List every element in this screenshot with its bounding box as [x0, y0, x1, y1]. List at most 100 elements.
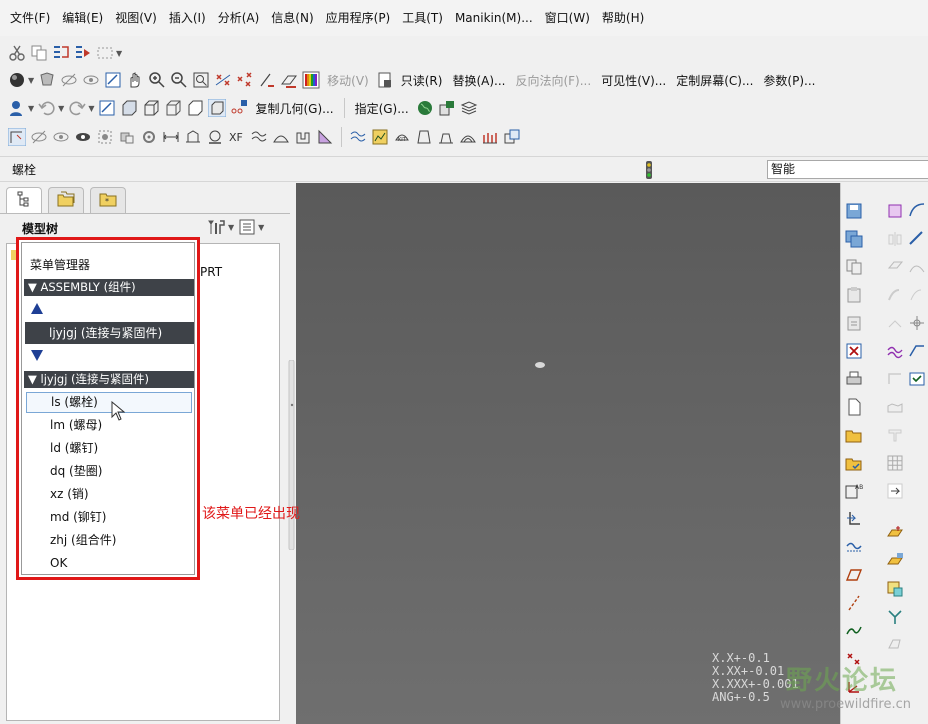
menu-file[interactable]: 文件(F) — [4, 0, 56, 36]
cast-icon[interactable] — [437, 128, 455, 146]
datum-ab-icon[interactable]: AB — [844, 481, 864, 501]
model-tree-icon[interactable] — [438, 99, 456, 117]
shell-icon[interactable] — [459, 128, 477, 146]
section-icon[interactable] — [184, 128, 202, 146]
close-window-icon[interactable] — [844, 341, 864, 361]
curve-icon[interactable] — [349, 128, 367, 146]
grid-icon[interactable] — [885, 453, 905, 473]
eye-icon[interactable] — [52, 128, 70, 146]
create-component-icon[interactable] — [885, 551, 905, 571]
datum-points-icon[interactable] — [236, 71, 254, 89]
surface-icon[interactable] — [272, 128, 290, 146]
menu-analysis[interactable]: 分析(A) — [212, 0, 266, 36]
menu-window[interactable]: 窗口(W) — [539, 0, 596, 36]
shaded-view-icon[interactable] — [120, 99, 138, 117]
tree-settings-icon[interactable] — [208, 218, 226, 236]
paste-doc-icon[interactable] — [844, 285, 864, 305]
solidify-icon[interactable] — [907, 341, 927, 361]
params-button[interactable]: 参数(P)... — [760, 72, 818, 89]
hide-feature-icon[interactable] — [30, 128, 48, 146]
shading-sphere-icon[interactable] — [8, 71, 26, 89]
menu-info[interactable]: 信息(N) — [265, 0, 319, 36]
redo-icon[interactable] — [68, 99, 86, 117]
tree-root-node[interactable]: PRT — [200, 265, 222, 279]
mirror-icon[interactable] — [885, 229, 905, 249]
scroll-down-icon[interactable] — [30, 349, 44, 365]
axis-icon[interactable] — [844, 593, 864, 613]
layers-icon[interactable] — [460, 99, 478, 117]
copy-geometry-icon[interactable] — [230, 99, 248, 117]
chevron-down-icon[interactable]: ▼ — [28, 104, 34, 113]
selection-filter-select[interactable]: 智能 — [767, 160, 928, 179]
scroll-up-icon[interactable] — [30, 302, 44, 318]
undo-icon[interactable] — [38, 99, 56, 117]
visibility-button[interactable]: 可见性(V)... — [598, 72, 669, 89]
annotate-check-icon[interactable] — [907, 369, 927, 389]
menu-item-ld-screw[interactable]: ld (螺钉) — [26, 438, 192, 459]
globe-icon[interactable] — [416, 99, 434, 117]
cut-icon[interactable] — [8, 44, 26, 62]
xf-icon[interactable]: XF — [228, 128, 246, 146]
hide-icon[interactable] — [60, 71, 78, 89]
menu-item-lm-nut[interactable]: lm (螺母) — [26, 415, 192, 436]
menu-item-md-rivet[interactable]: md (铆钉) — [26, 507, 192, 528]
sketch-active-icon[interactable] — [8, 128, 26, 146]
offset-icon[interactable] — [907, 285, 927, 305]
user-icon[interactable] — [8, 99, 26, 117]
round-icon[interactable] — [907, 201, 927, 221]
copy-geometry-button[interactable]: 复制几何(G)... — [252, 100, 336, 117]
axis-pattern-icon[interactable] — [907, 313, 927, 333]
graphics-viewport[interactable] — [296, 183, 840, 724]
dimension-icon[interactable] — [162, 128, 180, 146]
replace-button[interactable]: 替换(A)... — [449, 72, 508, 89]
open-folder-check-icon[interactable] — [844, 453, 864, 473]
zoom-in-icon[interactable] — [148, 71, 166, 89]
menu-applications[interactable]: 应用程序(P) — [320, 0, 397, 36]
insert-component-icon[interactable] — [844, 509, 864, 529]
show-icon[interactable] — [82, 71, 100, 89]
chevron-down-icon[interactable]: ▼ — [258, 223, 264, 232]
chevron-down-icon[interactable]: ▼ — [28, 76, 34, 85]
menu-insert[interactable]: 插入(I) — [163, 0, 212, 36]
wireframe-icon[interactable] — [142, 99, 160, 117]
tab-folder-browser[interactable] — [48, 187, 84, 213]
assembly-icon[interactable] — [503, 128, 521, 146]
menu-edit[interactable]: 编辑(E) — [56, 0, 109, 36]
menu-item-dq-washer[interactable]: dq (垫圈) — [26, 461, 192, 482]
menu-tools[interactable]: 工具(T) — [396, 0, 449, 36]
refit-icon[interactable] — [192, 71, 210, 89]
custom-screen-button[interactable]: 定制屏幕(C)... — [673, 72, 756, 89]
add-component-icon[interactable] — [885, 523, 905, 543]
new-file-icon[interactable] — [844, 397, 864, 417]
zoom-out-icon[interactable] — [170, 71, 188, 89]
model-geometry[interactable] — [535, 362, 545, 368]
extend-icon[interactable] — [885, 313, 905, 333]
component-icon[interactable] — [118, 128, 136, 146]
wave-icon[interactable] — [250, 128, 268, 146]
save-copy-icon[interactable] — [844, 229, 864, 249]
chart-graph-icon[interactable] — [371, 128, 389, 146]
read-only-icon[interactable] — [376, 71, 394, 89]
menu-section-assembly[interactable]: ▼ ASSEMBLY (组件) — [24, 279, 194, 296]
weld-icon[interactable] — [885, 607, 905, 627]
shading-active-icon[interactable] — [208, 99, 227, 117]
sketch-curve-icon[interactable] — [844, 537, 864, 557]
copy-doc-icon[interactable] — [844, 257, 864, 277]
explode-icon[interactable] — [885, 635, 905, 655]
kit-icon[interactable]: KIT — [393, 128, 411, 146]
copy-icon[interactable] — [30, 44, 48, 62]
paste-tree-icon[interactable] — [52, 44, 70, 62]
menu-view[interactable]: 视图(V) — [109, 0, 163, 36]
chevron-down-icon[interactable]: ▼ — [88, 104, 94, 113]
flatten-icon[interactable] — [885, 369, 905, 389]
open-folder-icon[interactable] — [844, 425, 864, 445]
arrow-right-icon[interactable] — [885, 481, 905, 501]
box-select-icon[interactable] — [885, 201, 905, 221]
chevron-down-icon[interactable]: ▼ — [116, 49, 122, 58]
cut-out-icon[interactable] — [294, 128, 312, 146]
thread-icon[interactable] — [206, 128, 224, 146]
style-curve-icon[interactable] — [885, 341, 905, 361]
eye-filled-icon[interactable] — [74, 128, 92, 146]
datum-axes-icon[interactable] — [214, 71, 232, 89]
mold-icon[interactable] — [415, 128, 433, 146]
